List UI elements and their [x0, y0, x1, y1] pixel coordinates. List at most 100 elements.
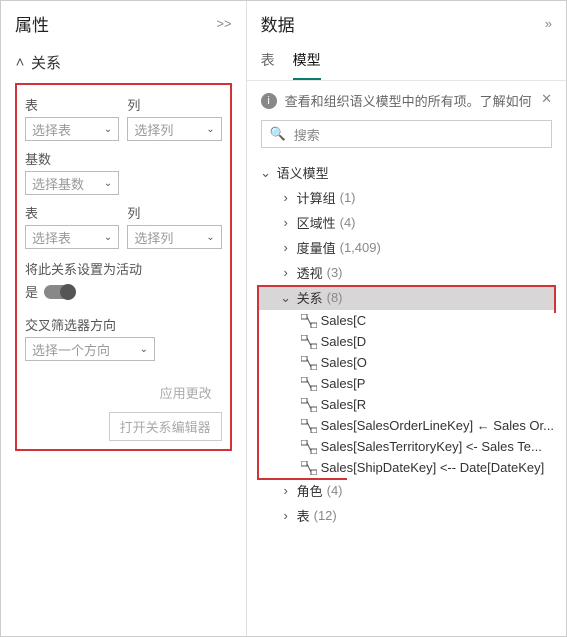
select-table-2-dropdown[interactable]: 选择表 ⌄ — [25, 225, 119, 249]
relationship-item[interactable]: Sales[ShipDateKey] <-- Date[DateKey] — [257, 457, 556, 478]
tree-count: (1,409) — [340, 240, 381, 255]
relationship-text: Sales[SalesOrderLineKey] ← Sales Or... — [321, 418, 554, 433]
chevron-down-icon: ⌄ — [206, 124, 214, 135]
chevron-right-icon: › — [279, 240, 293, 255]
select-column-2-placeholder: 选择列 — [134, 228, 173, 247]
select-table-1-placeholder: 选择表 — [32, 120, 71, 139]
tree-root-label: 语义模型 — [277, 163, 329, 182]
active-value: 是 — [25, 282, 38, 301]
relationship-icon — [301, 398, 317, 412]
tree-label: 关系 — [297, 288, 323, 307]
collapse-data-icon[interactable]: » — [545, 16, 552, 31]
relationship-text: Sales[SalesTerritoryKey] <- Sales Te... — [321, 439, 542, 454]
model-tree: ⌄ 语义模型 › 计算组 (1) › 区域性 (4) › 度量值 (1,409) › … — [247, 160, 566, 528]
select-column-2-dropdown[interactable]: 选择列 ⌄ — [127, 225, 221, 249]
relationship-icon — [301, 461, 317, 475]
relationship-icon — [301, 314, 317, 328]
tree-label: 表 — [297, 506, 310, 525]
relationship-text: Sales[R — [321, 397, 367, 412]
relationship-item[interactable]: Sales[P — [257, 373, 556, 394]
tree-calc-groups[interactable]: › 计算组 (1) — [257, 185, 556, 210]
data-panel: 数据 » 表 模型 i 查看和组织语义模型中的所有项。了解如何 ✕ 🔍 搜索 ⌄… — [247, 1, 566, 636]
collapse-properties-icon[interactable]: >> — [216, 16, 231, 31]
select-cardinality-placeholder: 选择基数 — [32, 174, 84, 193]
open-relationship-editor-button[interactable]: 打开关系编辑器 — [109, 412, 222, 441]
relationship-text: Sales[ShipDateKey] <-- Date[DateKey] — [321, 460, 545, 475]
relationship-item[interactable]: Sales[O — [257, 352, 556, 373]
relationship-section-label: 关系 — [31, 52, 61, 73]
relationship-text: Sales[D — [321, 334, 367, 349]
tree-count: (8) — [327, 290, 343, 305]
relationship-text: Sales[O — [321, 355, 367, 370]
tree-label: 区域性 — [297, 213, 336, 232]
select-cardinality-dropdown[interactable]: 选择基数 ⌄ — [25, 171, 119, 195]
data-title: 数据 — [261, 11, 295, 36]
properties-title: 属性 — [15, 11, 49, 36]
relationship-icon — [301, 419, 317, 433]
relationship-section-header[interactable]: ˄ 关系 — [15, 52, 232, 73]
info-text: 查看和组织语义模型中的所有项。了解如何 — [285, 91, 533, 110]
crossfilter-placeholder: 选择一个方向 — [32, 340, 110, 359]
chevron-right-icon: › — [279, 508, 293, 523]
relationship-text: Sales[C — [321, 313, 367, 328]
column-label-2: 列 — [127, 203, 221, 222]
chevron-down-icon: ⌄ — [104, 124, 112, 135]
info-icon: i — [261, 93, 277, 109]
chevron-right-icon: › — [279, 190, 293, 205]
tree-label: 度量值 — [297, 238, 336, 257]
select-column-1-dropdown[interactable]: 选择列 ⌄ — [127, 117, 221, 141]
active-toggle[interactable] — [44, 285, 74, 299]
active-relationship-label: 将此关系设置为活动 — [25, 259, 222, 278]
chevron-down-icon: ⌄ — [104, 232, 112, 243]
chevron-down-icon: ⌄ — [279, 290, 293, 306]
tree-measures[interactable]: › 度量值 (1,409) — [257, 235, 556, 260]
chevron-right-icon: › — [279, 215, 293, 230]
chevron-down-icon: ⌄ — [206, 232, 214, 243]
relationship-item[interactable]: Sales[D — [257, 331, 556, 352]
tree-roles[interactable]: › 角色 (4) — [257, 478, 556, 503]
column-label-1: 列 — [127, 95, 221, 114]
select-table-2-placeholder: 选择表 — [32, 228, 71, 247]
apply-changes-button[interactable]: 应用更改 — [150, 379, 222, 406]
table-label-2: 表 — [25, 203, 119, 222]
chevron-up-icon: ˄ — [15, 54, 25, 71]
tree-count: (3) — [327, 265, 343, 280]
select-table-1-dropdown[interactable]: 选择表 ⌄ — [25, 117, 119, 141]
relationship-item[interactable]: Sales[C — [257, 310, 556, 331]
chevron-right-icon: › — [279, 483, 293, 498]
relationship-icon — [301, 356, 317, 370]
search-placeholder: 搜索 — [294, 125, 320, 144]
tree-regional[interactable]: › 区域性 (4) — [257, 210, 556, 235]
chevron-down-icon: ⌄ — [104, 178, 112, 189]
crossfilter-dropdown[interactable]: 选择一个方向 ⌄ — [25, 337, 155, 361]
relationship-form-highlight: 表 选择表 ⌄ 列 选择列 ⌄ 基数 — [15, 83, 232, 451]
relationship-text: Sales[P — [321, 376, 366, 391]
relationship-item[interactable]: Sales[R — [257, 394, 556, 415]
relationship-icon — [301, 377, 317, 391]
relationship-item[interactable]: Sales[SalesOrderLineKey] ← Sales Or... — [257, 415, 556, 436]
tree-tables[interactable]: › 表 (12) — [257, 503, 556, 528]
tab-tables[interactable]: 表 — [261, 50, 275, 80]
cardinality-label: 基数 — [25, 149, 119, 168]
select-column-1-placeholder: 选择列 — [134, 120, 173, 139]
relationship-icon — [301, 335, 317, 349]
close-info-icon[interactable]: ✕ — [541, 91, 552, 107]
relationship-icon — [301, 440, 317, 454]
search-icon: 🔍 — [270, 126, 286, 142]
tree-count: (4) — [340, 215, 356, 230]
tree-root[interactable]: ⌄ 语义模型 — [257, 160, 556, 185]
chevron-right-icon: › — [279, 265, 293, 280]
search-input[interactable]: 🔍 搜索 — [261, 120, 552, 148]
relationship-item[interactable]: Sales[SalesTerritoryKey] <- Sales Te... — [257, 436, 556, 457]
tree-relationships[interactable]: ⌄ 关系 (8) — [257, 285, 556, 310]
tab-model[interactable]: 模型 — [293, 50, 321, 80]
tree-perspectives[interactable]: › 透视 (3) — [257, 260, 556, 285]
tree-count: (1) — [340, 190, 356, 205]
tree-label: 透视 — [297, 263, 323, 282]
tree-label: 角色 — [297, 481, 323, 500]
crossfilter-label: 交叉筛选器方向 — [25, 315, 222, 334]
tree-label: 计算组 — [297, 188, 336, 207]
tree-count: (4) — [327, 483, 343, 498]
properties-panel: 属性 >> ˄ 关系 表 选择表 ⌄ 列 选择列 ⌄ — [1, 1, 247, 636]
tree-count: (12) — [314, 508, 337, 523]
